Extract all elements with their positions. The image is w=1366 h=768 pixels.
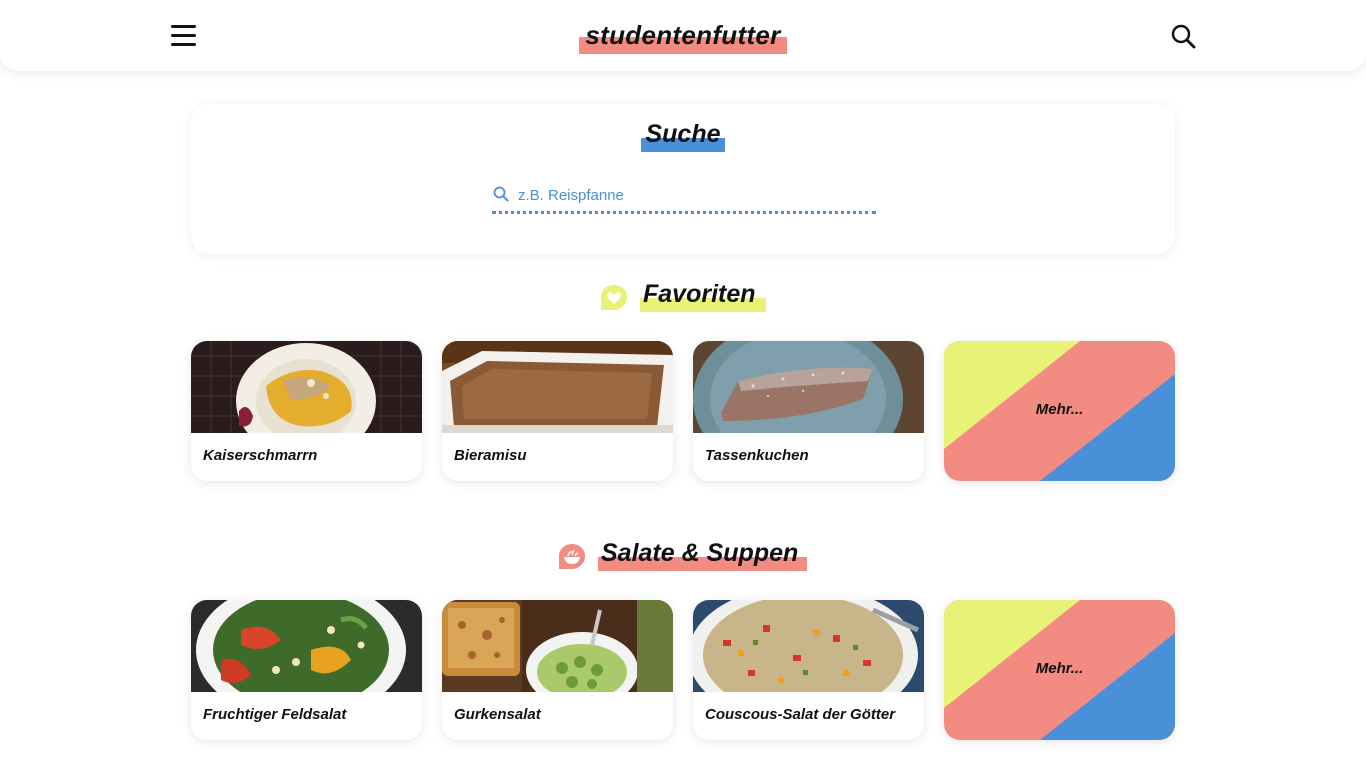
search-field[interactable]	[492, 184, 876, 214]
hamburger-menu-icon	[171, 25, 196, 28]
recipe-card-tassenkuchen[interactable]: Tassenkuchen	[693, 341, 924, 481]
search-heading-text: Suche	[645, 120, 721, 148]
search-icon	[1171, 24, 1196, 49]
salads-soups-heading: Salate & Suppen	[558, 537, 808, 573]
recipe-image	[191, 600, 422, 692]
recipe-card-kaiserschmarrn[interactable]: Kaiserschmarrn	[191, 341, 422, 481]
recipe-image	[693, 600, 924, 692]
salads-soups-heading-text: Salate & Suppen	[601, 539, 799, 567]
more-label: Mehr...	[1035, 401, 1084, 418]
menu-button[interactable]	[171, 25, 197, 47]
recipe-card-fruchtiger-feldsalat[interactable]: Fruchtiger Feldsalat	[191, 600, 422, 740]
header-search-button[interactable]	[1170, 23, 1196, 49]
logo-text: studentenfutter	[585, 20, 781, 50]
more-favorites-card[interactable]: Mehr...	[944, 341, 1175, 481]
top-header: studentenfutter	[0, 0, 1366, 71]
favorites-heading: Favoriten	[600, 278, 770, 314]
more-label: Mehr...	[1035, 660, 1084, 677]
recipe-image	[191, 341, 422, 433]
recipe-title: Gurkensalat	[454, 706, 541, 723]
recipe-card-bieramisu[interactable]: Bieramisu	[442, 341, 673, 481]
recipe-title: Fruchtiger Feldsalat	[203, 706, 347, 723]
more-salads-soups-card[interactable]: Mehr...	[944, 600, 1175, 740]
recipe-image	[442, 341, 673, 433]
recipe-card-couscous-salat[interactable]: Couscous-Salat der Götter	[693, 600, 924, 740]
favorites-heading-text: Favoriten	[643, 280, 756, 308]
recipe-image	[693, 341, 924, 433]
recipe-card-gurkensalat[interactable]: Gurkensalat	[442, 600, 673, 740]
recipe-image	[442, 600, 673, 692]
recipe-title: Kaiserschmarrn	[203, 447, 318, 464]
heart-icon	[601, 285, 627, 310]
search-heading: Suche	[641, 118, 725, 154]
site-logo[interactable]: studentenfutter	[579, 18, 787, 54]
search-input[interactable]	[518, 184, 868, 206]
salad-bowl-icon	[559, 544, 585, 569]
recipe-title: Tassenkuchen	[705, 447, 809, 464]
search-card: Suche	[191, 104, 1175, 254]
recipe-title: Couscous-Salat der Götter	[705, 706, 896, 723]
recipe-title: Bieramisu	[454, 447, 527, 464]
search-icon	[493, 186, 509, 202]
